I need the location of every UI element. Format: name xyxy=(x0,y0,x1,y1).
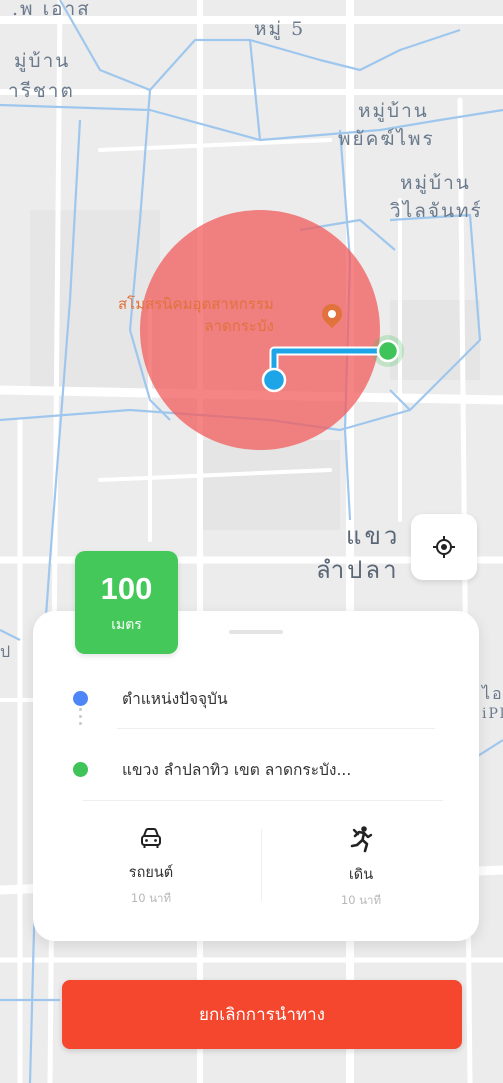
map-label: .พ เอาส xyxy=(12,0,91,20)
divider xyxy=(83,800,443,801)
target-icon xyxy=(433,536,455,558)
map-label: วิไลจันทร์ xyxy=(390,200,483,222)
distance-value: 100 xyxy=(100,571,153,606)
map-label: หมู่บ้าน xyxy=(400,172,471,194)
distance-badge: 100 เมตร xyxy=(75,551,178,654)
route-connector xyxy=(79,708,82,729)
locate-me-button[interactable] xyxy=(411,514,477,580)
destination-dot-icon xyxy=(73,762,88,777)
mode-car-label: รถยนต์ xyxy=(128,865,174,881)
mode-walk-label: เดิน xyxy=(348,867,374,883)
walk-icon xyxy=(350,826,373,853)
divider xyxy=(117,728,435,729)
map-label: ลำปลา xyxy=(316,556,400,584)
divider xyxy=(261,829,262,901)
map-label: หมู่ 5 xyxy=(254,18,306,40)
origin-row[interactable]: ตำแหน่งปัจจุบัน xyxy=(73,686,228,711)
origin-label: ตำแหน่งปัจจุบัน xyxy=(122,690,228,708)
mode-walk-button[interactable]: เดิน 10 นาที xyxy=(296,825,426,910)
poi-name-line1: สโมสรนิคมอุตสาหกรรม xyxy=(118,295,274,313)
poi-label[interactable]: สโมสรนิคมอุตสาหกรรม ลาดกระบัง xyxy=(118,294,274,338)
map-label: มู่บ้าน xyxy=(14,50,71,72)
map-label: พยัคฆ์ไพร xyxy=(338,128,435,150)
cancel-navigation-button[interactable]: ยกเลิกการนำทาง xyxy=(62,980,462,1049)
car-icon xyxy=(141,828,161,848)
poi-name-line2: ลาดกระบัง xyxy=(204,316,274,335)
mode-walk-time: 10 นาที xyxy=(340,893,382,907)
distance-unit: เมตร xyxy=(111,617,142,633)
mode-car-time: 10 นาที xyxy=(130,891,172,905)
destination-row[interactable]: แขวง ลำปลาทิว เขต ลาดกระบัง... xyxy=(73,757,351,782)
map-label: ป xyxy=(0,642,13,661)
map-label: ารีชาต xyxy=(8,80,75,102)
drag-handle[interactable] xyxy=(229,630,283,634)
map-label: iPla xyxy=(482,706,503,722)
origin-dot-icon xyxy=(73,691,88,706)
destination-label: แขวง ลำปลาทิว เขต ลาดกระบัง... xyxy=(122,761,352,779)
mode-car-button[interactable]: รถยนต์ 10 นาที xyxy=(86,825,216,908)
route-card: ตำแหน่งปัจจุบัน แขวง ลำปลาทิว เขต ลาดกระ… xyxy=(33,611,479,941)
map-label: หมู่บ้าน xyxy=(358,100,429,122)
map-label: ไอเ xyxy=(482,684,503,703)
